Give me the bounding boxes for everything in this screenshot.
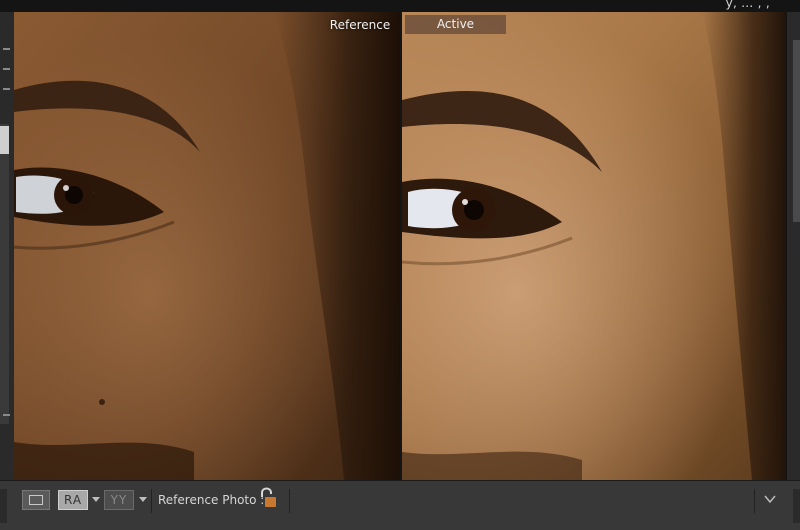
toolbar-left-edge [0, 489, 7, 523]
right-panel-edge [786, 12, 800, 480]
chevron-down-icon[interactable] [764, 495, 776, 503]
menu-text-fragment: y, ... , , [725, 0, 770, 10]
toolbar-right-edge [793, 489, 800, 523]
loupe-view-button[interactable] [22, 490, 50, 510]
reference-photo[interactable] [14, 12, 400, 480]
compare-toolbar: RA YY Reference Photo : [0, 480, 800, 530]
right-scrollbar-thumb[interactable] [793, 40, 800, 222]
panel-tick [3, 68, 10, 70]
active-label: Active [405, 15, 506, 34]
panel-tick [3, 414, 10, 416]
reference-label: Reference [329, 18, 391, 32]
unlocked-padlock-icon[interactable] [257, 487, 277, 509]
lightroom-compare-window: y, ... , , Reference Active RA YY Refere… [0, 0, 800, 530]
left-scrollbar-track[interactable] [0, 124, 9, 424]
left-scrollbar-thumb[interactable] [0, 126, 9, 154]
side-by-side-view-button[interactable]: YY [104, 490, 134, 510]
left-panel-edge [0, 12, 15, 480]
top-menu-strip: y, ... , , [0, 0, 800, 12]
chevron-down-icon[interactable] [139, 497, 147, 502]
active-photo[interactable] [402, 12, 786, 480]
toolbar-separator [289, 489, 290, 513]
loupe-view-icon [29, 495, 43, 505]
toolbar-separator [151, 489, 152, 513]
reference-active-view-button[interactable]: RA [58, 490, 88, 510]
panel-tick [3, 88, 10, 90]
reference-photo-label: Reference Photo : [158, 493, 265, 507]
panel-tick [3, 48, 10, 50]
toolbar-separator [754, 489, 755, 513]
chevron-down-icon[interactable] [92, 497, 100, 502]
